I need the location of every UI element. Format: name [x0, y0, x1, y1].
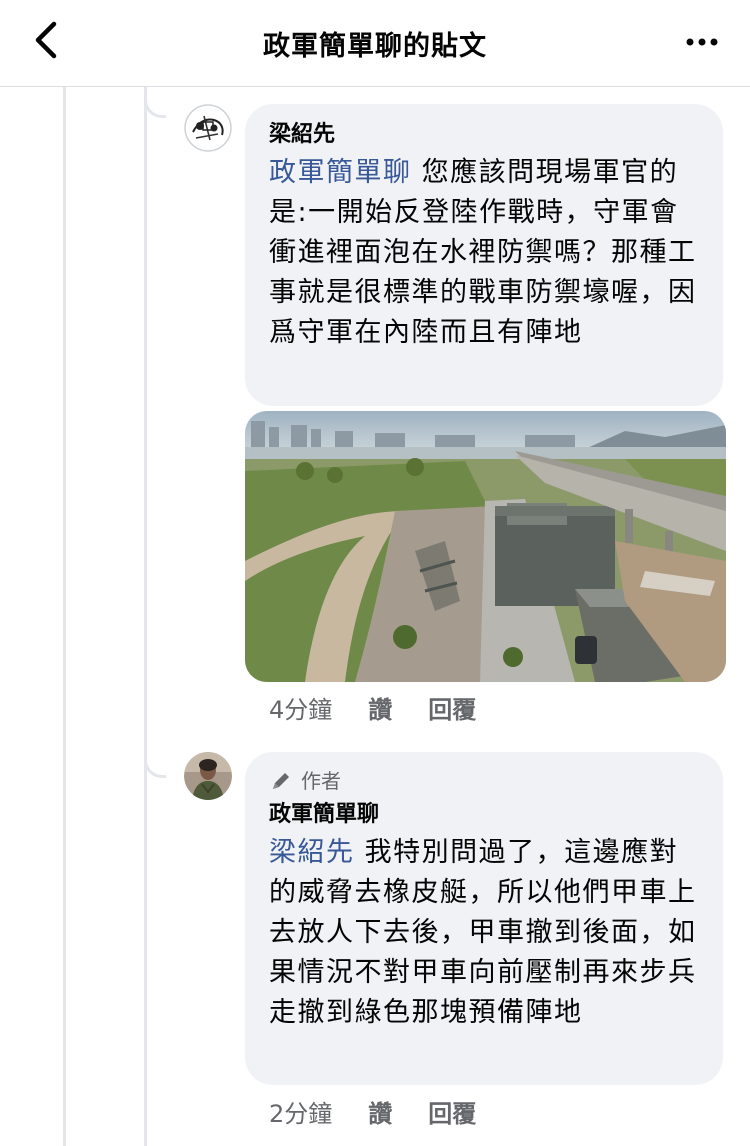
reply-button[interactable]: 回覆	[428, 1094, 476, 1129]
more-options-button[interactable]	[682, 22, 722, 62]
reply-button[interactable]: 回覆	[428, 690, 476, 725]
author-badge: 作者	[269, 766, 699, 796]
thread-line-outer	[63, 87, 66, 1146]
photo-image	[245, 411, 726, 682]
author-badge-label: 作者	[301, 769, 341, 793]
comment-photo[interactable]	[245, 411, 726, 682]
comment-timestamp[interactable]: 2分鐘	[269, 1094, 332, 1129]
comment-author[interactable]: 梁紹先	[269, 118, 699, 152]
pencil-icon	[273, 773, 289, 789]
comment-timestamp[interactable]: 4分鐘	[269, 690, 332, 725]
page-title: 政軍簡單聊的貼文	[263, 31, 487, 62]
comment-bubble: 作者 政軍簡單聊 梁紹先 我特別問過了，這邊應對的威脅去橡皮艇，所以他們甲車上去…	[245, 752, 723, 1085]
comment-text: 政軍簡單聊 您應該問現場軍官的是:一開始反登陸作戰時，守軍會衝進裡面泡在水裡防禦…	[269, 153, 699, 353]
comment-author[interactable]: 政軍簡單聊	[269, 798, 699, 832]
like-button[interactable]: 讚	[368, 690, 392, 725]
mention-link[interactable]: 政軍簡單聊	[269, 157, 412, 188]
comment-actions: 4分鐘 讚 回覆	[269, 690, 512, 725]
more-horizontal-icon	[686, 38, 718, 46]
avatar[interactable]	[184, 752, 232, 800]
comment-text: 梁紹先 我特別問過了，這邊應對的威脅去橡皮艇，所以他們甲車上去放人下去後，甲車撤…	[269, 833, 699, 1033]
comment-bubble: 梁紹先 政軍簡單聊 您應該問現場軍官的是:一開始反登陸作戰時，守軍會衝進裡面泡在…	[245, 104, 723, 406]
comment-actions: 2分鐘 讚 回覆	[269, 1094, 512, 1129]
top-bar: 政軍簡單聊的貼文	[0, 0, 750, 87]
like-button[interactable]: 讚	[368, 1094, 392, 1129]
thread-connector	[144, 96, 166, 118]
thread-line-inner	[144, 87, 147, 1146]
avatar[interactable]	[184, 104, 232, 152]
thread-connector	[144, 756, 166, 778]
mention-link[interactable]: 梁紹先	[269, 837, 355, 868]
